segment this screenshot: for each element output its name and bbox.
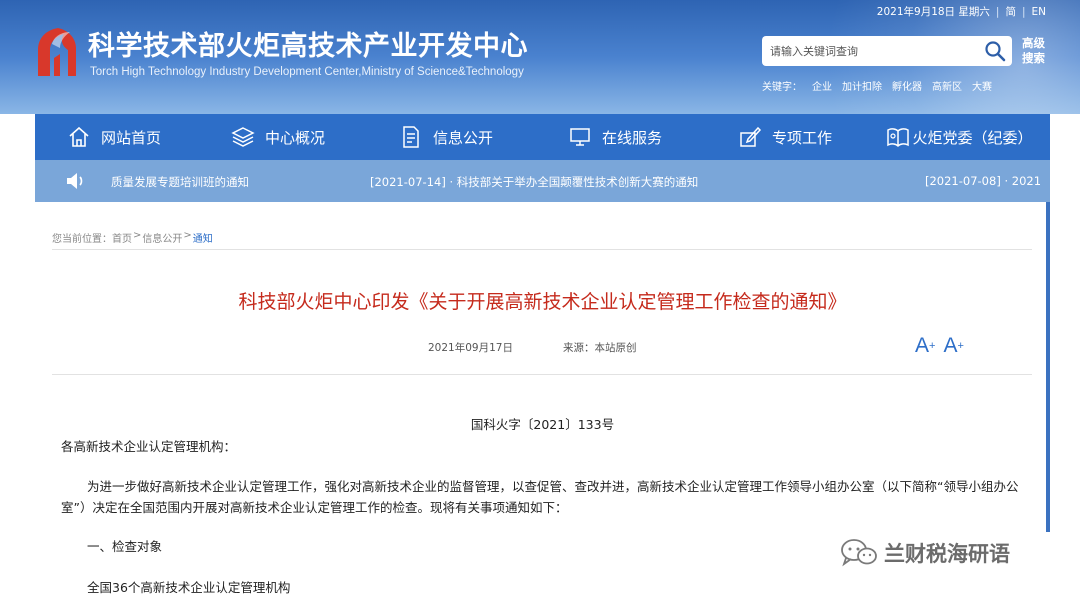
font-larger-button[interactable]: A+: [915, 335, 935, 357]
wechat-watermark: 兰财税海研语: [840, 538, 1010, 568]
article-tools: A+ A+: [915, 335, 980, 357]
nav-item-label: 在线服务: [601, 128, 662, 147]
breadcrumb-prefix: 您当前位置：: [52, 234, 112, 245]
speaker-icon: [67, 173, 83, 189]
nav-item-overview[interactable]: 中心概况: [193, 114, 363, 160]
keywords-label: 关键字：: [762, 82, 802, 93]
site-header: 科学技术部火炬高技术产业开发中心 Torch High Technology I…: [0, 0, 1080, 114]
breadcrumb-separator: >: [133, 230, 142, 241]
ticker-item[interactable]: [2021-07-14] · 科技部关于举办全国颠覆性技术创新大赛的通知: [370, 174, 698, 190]
wechat-icon: [841, 539, 877, 567]
section-heading: 一、检查对象: [87, 539, 163, 554]
body-paragraph: 为进一步做好高新技术企业认定管理工作，强化对高新技术企业的监督管理，以查促管、查…: [61, 479, 1019, 515]
keyword-link[interactable]: 高新区: [932, 78, 962, 93]
article-source: 来源：本站原创: [563, 342, 637, 354]
separator: |: [1021, 5, 1026, 18]
breadcrumb-notice[interactable]: 通知: [193, 230, 213, 245]
site-subtitle: Torch High Technology Industry Developme…: [90, 66, 524, 78]
home-icon: [69, 126, 89, 147]
ticker-item[interactable]: 质量发展专题培训班的通知: [111, 174, 249, 190]
nav-item-party-committee[interactable]: 火炬党委（纪委）: [869, 114, 1050, 160]
watermark-text: 兰财税海研语: [884, 542, 1010, 566]
site-title: 科学技术部火炬高技术产业开发中心: [88, 31, 528, 62]
nav-item-info[interactable]: 信息公开: [363, 114, 529, 160]
lang-english-link[interactable]: EN: [1032, 6, 1047, 18]
ticker-track: 质量发展专题培训班的通知 [2021-07-14] · 科技部关于举办全国颠覆性…: [111, 160, 1050, 202]
nav-item-home[interactable]: 网站首页: [35, 114, 193, 160]
keyword-link[interactable]: 加计扣除: [842, 78, 882, 93]
search-box: [762, 36, 1012, 66]
separator: |: [995, 5, 1000, 18]
lang-simplified-link[interactable]: 简: [1005, 4, 1016, 19]
keyword-link[interactable]: 大赛: [972, 78, 992, 93]
news-ticker: 质量发展专题培训班的通知 [2021-07-14] · 科技部关于举办全国颠覆性…: [35, 160, 1050, 202]
top-utility-bar: 2021年9月18日 星期六 | 简 | EN: [877, 4, 1046, 19]
article-date: 2021年09月17日: [428, 342, 513, 354]
addressee: 各高新技术企业认定管理机构：: [61, 439, 237, 454]
nav-item-label: 网站首页: [100, 128, 161, 147]
divider: [52, 374, 1032, 375]
nav-item-online-service[interactable]: 在线服务: [529, 114, 701, 160]
document-number: 国科火字〔2021〕133号: [470, 417, 615, 432]
hot-keywords: 关键字： 企业 加计扣除 孵化器 高新区 大赛: [762, 78, 992, 93]
nav-item-label: 专项工作: [771, 128, 832, 147]
ticker-item[interactable]: [2021-07-08] · 2021: [925, 174, 1041, 188]
section-text: 全国36个高新技术企业认定管理机构: [87, 580, 291, 595]
monitor-icon: [570, 128, 590, 146]
font-smaller-label: A: [943, 334, 958, 357]
advanced-search-link[interactable]: 高级搜索: [1022, 36, 1052, 66]
breadcrumb: 您当前位置： 首页 > 信息公开 > 通知: [52, 230, 213, 245]
search-input[interactable]: [762, 37, 972, 65]
search-icon[interactable]: [984, 40, 1006, 62]
nav-item-label: 中心概况: [264, 128, 325, 147]
current-date: 2021年9月18日 星期六: [876, 6, 990, 18]
main-nav: 网站首页 中心概况 信息公开 在线服务 专项工作 火炬党委（纪委）: [35, 114, 1050, 160]
party-book-icon: [887, 128, 910, 148]
torch-logo[interactable]: [34, 24, 80, 82]
font-smaller-button[interactable]: A+: [943, 335, 963, 357]
breadcrumb-separator: >: [183, 230, 192, 241]
layers-icon: [231, 127, 255, 147]
keyword-link[interactable]: 企业: [812, 78, 832, 93]
nav-item-special-work[interactable]: 专项工作: [701, 114, 869, 160]
divider: [52, 249, 1032, 250]
nav-item-label: 信息公开: [432, 128, 493, 147]
document-icon: [403, 126, 419, 148]
nav-item-label: 火炬党委（纪委）: [912, 128, 1033, 147]
keyword-link[interactable]: 孵化器: [892, 78, 922, 93]
breadcrumb-info[interactable]: 信息公开: [142, 230, 182, 245]
breadcrumb-home[interactable]: 首页: [112, 230, 132, 245]
font-larger-label: A: [915, 334, 930, 357]
article-title: 科技部火炬中心印发《关于开展高新技术企业认定管理工作检查的通知》: [238, 291, 847, 313]
edit-box-icon: [740, 126, 762, 147]
scrollbar[interactable]: [1046, 202, 1050, 532]
